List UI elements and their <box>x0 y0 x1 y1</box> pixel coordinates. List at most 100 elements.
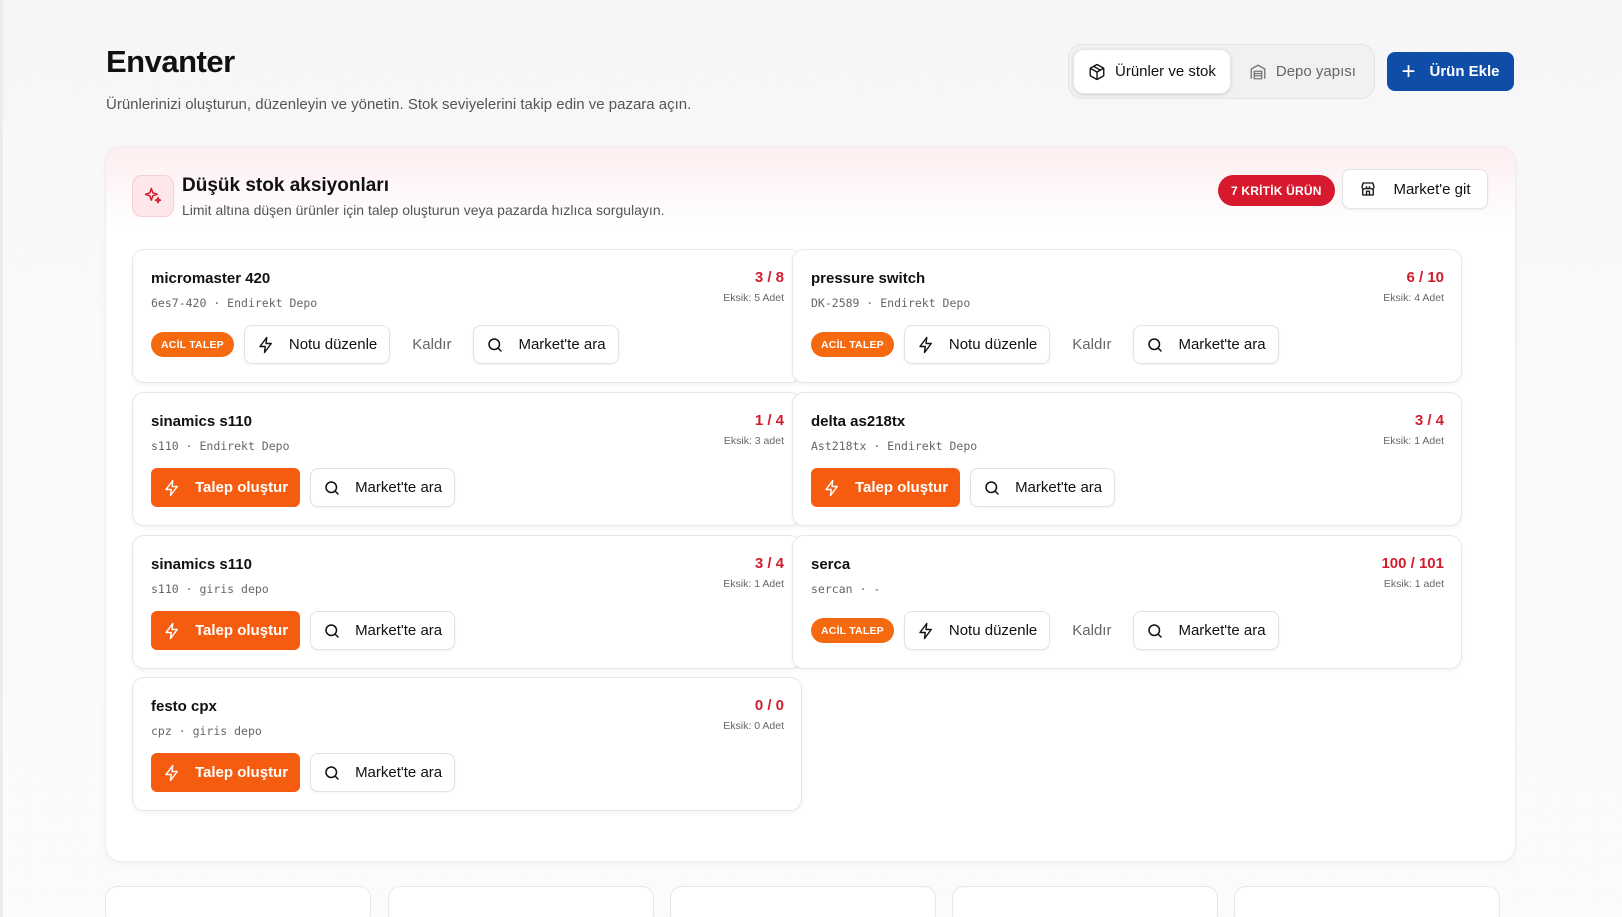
stock-count: 3 / 8 <box>754 269 784 286</box>
card-actions: ACİL TALEP Notu düzenle Kaldır Market'te… <box>811 325 1279 364</box>
low-stock-card: sinamics s110 s110 · Endirekt Depo 1 / 4… <box>132 392 802 526</box>
create-request-label: Talep oluştur <box>195 479 289 496</box>
create-request-label: Talep oluştur <box>195 764 289 781</box>
bolt-icon <box>165 479 178 496</box>
box-icon <box>1089 63 1105 80</box>
product-name: sinamics s110 <box>151 413 252 430</box>
card-actions: Talep oluştur Market'te ara <box>811 468 1116 507</box>
page-subtitle: Ürünlerinizi oluşturun, düzenleyin ve yö… <box>106 96 692 113</box>
warehouse-icon <box>1250 64 1266 79</box>
search-market-label: Market'te ara <box>1015 479 1103 496</box>
create-request-button[interactable]: Talep oluştur <box>811 468 961 507</box>
create-request-button[interactable]: Talep oluştur <box>151 611 301 650</box>
page-header: Envanter Ürünlerinizi oluşturun, düzenle… <box>106 44 1516 124</box>
low-stock-card: festo cpx cpz · giris depo 0 / 0 Eksik: … <box>132 677 802 811</box>
edit-note-button[interactable]: Notu düzenle <box>243 325 391 364</box>
search-market-button[interactable]: Market'te ara <box>970 468 1116 507</box>
search-market-button[interactable]: Market'te ara <box>1133 611 1279 650</box>
missing-quantity: Eksik: 1 adet <box>1383 578 1444 590</box>
low-stock-card: delta as218tx Ast218tx · Endirekt Depo 3… <box>792 392 1462 526</box>
urgent-request-badge: ACİL TALEP <box>151 332 234 357</box>
search-market-button[interactable]: Market'te ara <box>310 753 456 792</box>
product-meta: sercan · - <box>811 582 881 596</box>
product-code: Ast218tx <box>811 439 867 453</box>
search-market-label: Market'te ara <box>355 479 443 496</box>
search-market-label: Market'te ara <box>355 622 443 639</box>
edit-note-label: Notu düzenle <box>288 336 378 353</box>
search-icon <box>985 480 999 495</box>
search-icon <box>1148 623 1163 638</box>
add-product-button[interactable]: + Ürün Ekle <box>1387 52 1514 91</box>
stock-count: 0 / 0 <box>754 697 784 714</box>
product-meta: s110 · Endirekt Depo <box>151 439 290 453</box>
search-market-button[interactable]: Market'te ara <box>1133 325 1279 364</box>
search-market-label: Market'te ara <box>1178 336 1266 353</box>
panel-title: Düşük stok aksiyonları <box>182 175 389 196</box>
create-request-button[interactable]: Talep oluştur <box>151 468 301 507</box>
go-to-market-button[interactable]: Market'e git <box>1342 169 1488 209</box>
tab-warehouse-structure[interactable]: Depo yapısı <box>1235 49 1370 94</box>
plus-icon: + <box>1401 57 1416 85</box>
bolt-icon <box>825 479 838 496</box>
product-warehouse: Endirekt Depo <box>227 296 318 310</box>
missing-quantity: Eksik: 1 Adet <box>723 578 784 590</box>
edit-note-button[interactable]: Notu düzenle <box>903 325 1051 364</box>
product-warehouse: Endirekt Depo <box>887 439 978 453</box>
edit-note-button[interactable]: Notu düzenle <box>903 611 1051 650</box>
edit-note-label: Notu düzenle <box>948 336 1038 353</box>
create-request-label: Talep oluştur <box>855 479 949 496</box>
add-product-label: Ürün Ekle <box>1429 63 1500 80</box>
search-market-button[interactable]: Market'te ara <box>473 325 619 364</box>
stock-count: 1 / 4 <box>754 412 784 429</box>
product-warehouse: Endirekt Depo <box>880 296 971 310</box>
remove-button[interactable]: Kaldır <box>1060 611 1123 650</box>
sparkle-icon <box>132 175 174 217</box>
remove-button[interactable]: Kaldır <box>400 325 463 364</box>
remove-button[interactable]: Kaldır <box>1060 325 1123 364</box>
tab-products-and-stock[interactable]: Ürünler ve stok <box>1073 49 1231 94</box>
product-code: s110 <box>151 439 179 453</box>
search-icon <box>325 623 339 638</box>
missing-quantity: Eksik: 5 Adet <box>723 292 784 304</box>
summary-card <box>388 886 654 917</box>
search-market-label: Market'te ara <box>1178 622 1266 639</box>
product-meta: s110 · giris depo <box>151 582 269 596</box>
low-stock-card: micromaster 420 6es7-420 · Endirekt Depo… <box>132 249 802 383</box>
product-name: delta as218tx <box>811 413 906 430</box>
stock-count: 3 / 4 <box>754 555 784 572</box>
product-name: serca <box>811 556 851 573</box>
missing-quantity: Eksik: 4 Adet <box>1383 292 1444 304</box>
store-icon <box>1361 182 1376 196</box>
missing-quantity: Eksik: 1 Adet <box>1383 435 1444 447</box>
product-meta: DK-2589 · Endirekt Depo <box>811 296 971 310</box>
product-warehouse: giris depo <box>192 724 262 738</box>
search-icon <box>325 765 339 780</box>
product-warehouse: giris depo <box>199 582 269 596</box>
product-code: 6es7-420 <box>151 296 207 310</box>
bolt-icon <box>919 622 932 639</box>
missing-quantity: Eksik: 3 adet <box>723 435 784 447</box>
search-market-button[interactable]: Market'te ara <box>310 611 456 650</box>
product-code: cpz <box>151 724 172 738</box>
search-icon <box>1148 337 1163 352</box>
panel-subtitle: Limit altına düşen ürünler için talep ol… <box>182 202 665 218</box>
urgent-request-badge: ACİL TALEP <box>811 332 894 357</box>
stock-count: 6 / 10 <box>1406 269 1444 286</box>
product-name: festo cpx <box>151 698 217 715</box>
create-request-button[interactable]: Talep oluştur <box>151 753 301 792</box>
product-meta: Ast218tx · Endirekt Depo <box>811 439 978 453</box>
summary-card <box>105 886 371 917</box>
product-warehouse: Endirekt Depo <box>199 439 290 453</box>
bolt-icon <box>259 336 272 353</box>
product-name: sinamics s110 <box>151 556 252 573</box>
tab-warehouse-label: Depo yapısı <box>1275 63 1356 80</box>
urgent-request-badge: ACİL TALEP <box>811 618 894 643</box>
bolt-icon <box>165 764 178 781</box>
search-market-button[interactable]: Market'te ara <box>310 468 456 507</box>
card-actions: ACİL TALEP Notu düzenle Kaldır Market'te… <box>811 611 1279 650</box>
search-market-label: Market'te ara <box>355 764 443 781</box>
low-stock-card: pressure switch DK-2589 · Endirekt Depo … <box>792 249 1462 383</box>
product-name: pressure switch <box>811 270 926 287</box>
product-code: DK-2589 <box>811 296 860 310</box>
critical-count-badge: 7 KRİTİK ÜRÜN <box>1218 175 1335 206</box>
